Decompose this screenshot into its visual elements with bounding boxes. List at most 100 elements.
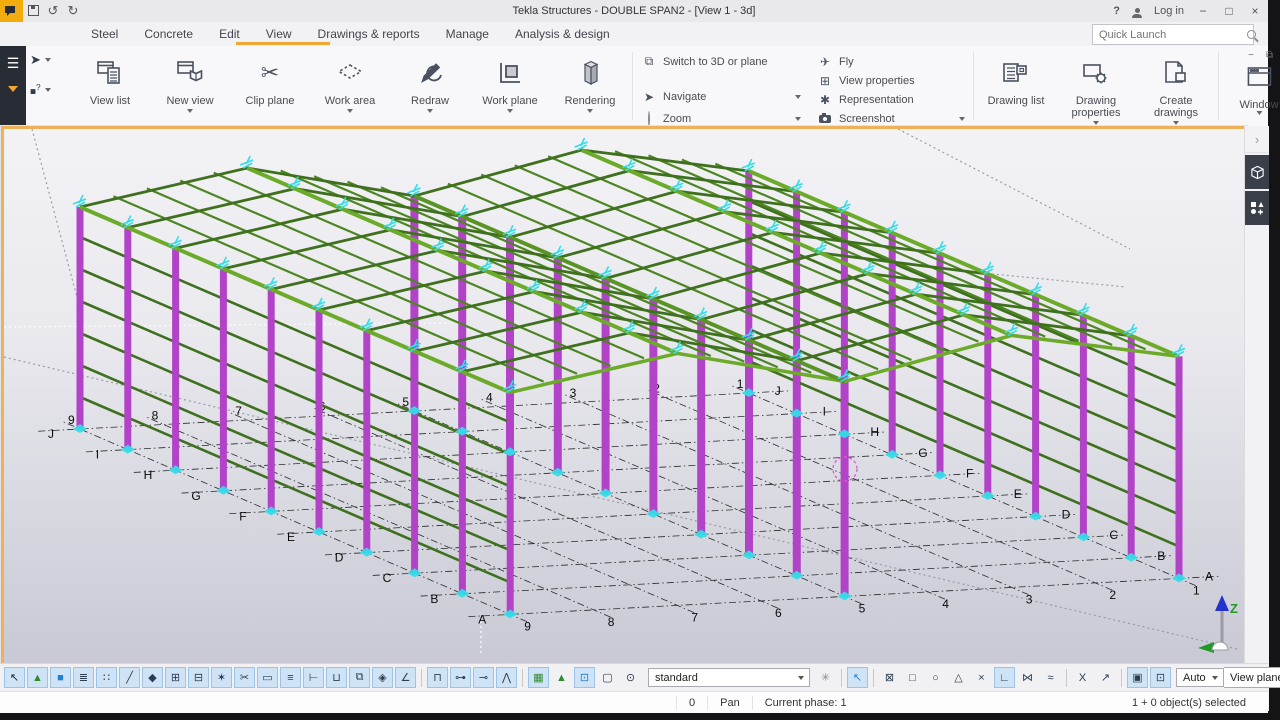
snap-line-button[interactable]: ≈ xyxy=(1040,667,1061,688)
quick-launch[interactable] xyxy=(1092,24,1254,45)
select-grid-button[interactable]: ⊞ xyxy=(165,667,186,688)
structural-model-3d-view[interactable]: 112233445566778899AABBCCDDEEFFGGHHIIJJZ xyxy=(4,129,1238,657)
chevron-down-icon[interactable] xyxy=(795,95,801,99)
minimize-button[interactable]: − xyxy=(1196,4,1210,18)
tekla-logo-icon[interactable] xyxy=(0,0,23,22)
snap-override-x-button[interactable]: X xyxy=(1072,667,1093,688)
select-grid-lines-button[interactable]: ⊟ xyxy=(188,667,209,688)
ortho-toggle-button[interactable]: ▣ xyxy=(1127,667,1148,688)
select-parts-button[interactable]: ▲ xyxy=(27,667,48,688)
select-all-switch-button[interactable]: ↖ xyxy=(4,667,25,688)
zoom-button[interactable]: Zoom xyxy=(641,112,801,127)
base-plate-mark[interactable] xyxy=(742,388,756,397)
base-plate-mark[interactable] xyxy=(503,609,517,618)
chevron-down-icon[interactable] xyxy=(959,117,965,121)
select-points-button[interactable]: ∷ xyxy=(96,667,117,688)
base-plate-mark[interactable] xyxy=(216,486,230,495)
select-polygons-button[interactable]: ∠ xyxy=(395,667,416,688)
tab-drawings-reports[interactable]: Drawings & reports xyxy=(305,27,433,41)
snap-arrow-button[interactable]: ↗ xyxy=(1095,667,1116,688)
snap-points-grid-button[interactable]: ⊡ xyxy=(574,667,595,688)
smart-select-button[interactable]: ↖ xyxy=(847,667,868,688)
component-catalog-button[interactable] xyxy=(1245,155,1269,189)
undo-icon[interactable]: ↺ xyxy=(43,3,63,19)
navigate-button[interactable]: ➤ Navigate xyxy=(641,90,801,105)
base-plate-mark[interactable] xyxy=(73,424,87,433)
snap-settings-button[interactable]: ✳ xyxy=(815,667,836,688)
base-plate-mark[interactable] xyxy=(885,450,899,459)
chevron-down-icon[interactable] xyxy=(427,109,433,113)
select-joints-button[interactable]: ⊶ xyxy=(450,667,471,688)
base-plate-mark[interactable] xyxy=(646,509,660,518)
base-plate-mark[interactable] xyxy=(169,465,183,474)
rendering-button[interactable]: Rendering xyxy=(550,46,630,126)
base-plate-mark[interactable] xyxy=(455,589,469,598)
snap-cross-button[interactable]: × xyxy=(971,667,992,688)
tab-analysis-design[interactable]: Analysis & design xyxy=(502,27,623,41)
base-plate-mark[interactable] xyxy=(694,530,708,539)
screenshot-button[interactable]: Screenshot xyxy=(817,111,965,126)
base-plate-mark[interactable] xyxy=(837,429,851,438)
new-view-button[interactable]: New view xyxy=(150,46,230,126)
side-pane-collapse-button[interactable]: › xyxy=(1245,126,1269,153)
base-plate-mark[interactable] xyxy=(1029,512,1043,521)
base-plate-mark[interactable] xyxy=(1172,573,1186,582)
applications-button[interactable] xyxy=(1245,191,1269,225)
inquire-tool-button[interactable]: ■? xyxy=(30,82,68,97)
tab-manage[interactable]: Manage xyxy=(433,27,502,41)
base-plate-mark[interactable] xyxy=(408,568,422,577)
save-icon[interactable] xyxy=(23,4,43,19)
select-welds-button[interactable]: ✶ xyxy=(211,667,232,688)
chevron-down-icon[interactable] xyxy=(347,109,353,113)
roof-beam[interactable] xyxy=(80,207,510,392)
base-plate-mark[interactable] xyxy=(551,468,565,477)
select-views-button[interactable]: ▭ xyxy=(257,667,278,688)
chevron-down-icon[interactable] xyxy=(187,109,193,113)
maximize-button[interactable]: □ xyxy=(1222,4,1236,18)
select-components-toggle-button[interactable]: ⊓ xyxy=(427,667,448,688)
base-plate-mark[interactable] xyxy=(742,550,756,559)
snap-geometry-points-button[interactable]: ▲ xyxy=(551,667,572,688)
select-reinforcement-button[interactable]: ⊔ xyxy=(326,667,347,688)
snap-box-button[interactable]: ⊠ xyxy=(879,667,900,688)
fly-button[interactable]: ✈ Fly xyxy=(817,54,965,69)
file-menu-button[interactable]: ☰ xyxy=(0,46,26,138)
drawing-list-button[interactable]: Drawing list xyxy=(976,46,1056,126)
drag-and-drop-button[interactable]: ⊡ xyxy=(1150,667,1171,688)
grid-line-8[interactable] xyxy=(147,417,611,617)
select-plates-button[interactable]: ⧉ xyxy=(349,667,370,688)
base-plate-mark[interactable] xyxy=(1076,532,1090,541)
chevron-down-icon[interactable] xyxy=(45,88,51,92)
chevron-down-icon[interactable] xyxy=(1093,121,1099,125)
tab-concrete[interactable]: Concrete xyxy=(131,27,206,41)
select-surfaces-button[interactable]: ■ xyxy=(50,667,71,688)
base-plate-mark[interactable] xyxy=(838,591,852,600)
window-button[interactable]: Window xyxy=(1239,64,1278,115)
snap-free-button[interactable]: ▢ xyxy=(597,667,618,688)
select-components-button[interactable]: ◆ xyxy=(142,667,163,688)
snap-extension-button[interactable]: ⋈ xyxy=(1017,667,1038,688)
view-minimize-icon[interactable]: − xyxy=(1248,50,1254,61)
chevron-down-icon[interactable] xyxy=(1256,111,1262,115)
base-plate-mark[interactable] xyxy=(312,527,326,536)
roof-beam[interactable] xyxy=(749,171,1179,356)
base-plate-mark[interactable] xyxy=(455,427,469,436)
base-plate-mark[interactable] xyxy=(503,447,517,456)
base-plate-mark[interactable] xyxy=(360,548,374,557)
grid-line-9[interactable] xyxy=(63,422,527,622)
chevron-down-icon[interactable] xyxy=(1173,121,1179,125)
roof-purlin[interactable] xyxy=(180,181,610,366)
model-viewport[interactable]: 112233445566778899AABBCCDDEEFFGGHHIIJJZ xyxy=(1,126,1247,666)
tab-view[interactable]: View xyxy=(253,27,305,41)
user-icon[interactable] xyxy=(1132,4,1142,18)
snap-perpendicular-button[interactable]: ∟ xyxy=(994,667,1015,688)
chevron-down-icon[interactable] xyxy=(795,117,801,121)
snap-circle-button[interactable]: ○ xyxy=(925,667,946,688)
switch-3d-plane-button[interactable]: ⧉ Switch to 3D or plane xyxy=(641,54,801,69)
base-plate-mark[interactable] xyxy=(790,571,804,580)
select-welds-toggle-button[interactable]: ⋀ xyxy=(496,667,517,688)
tab-edit[interactable]: Edit xyxy=(206,27,253,41)
view-plane-button[interactable]: View plane xyxy=(1224,667,1280,688)
grid-line-1[interactable] xyxy=(732,386,1196,586)
snap-triangle-button[interactable]: △ xyxy=(948,667,969,688)
